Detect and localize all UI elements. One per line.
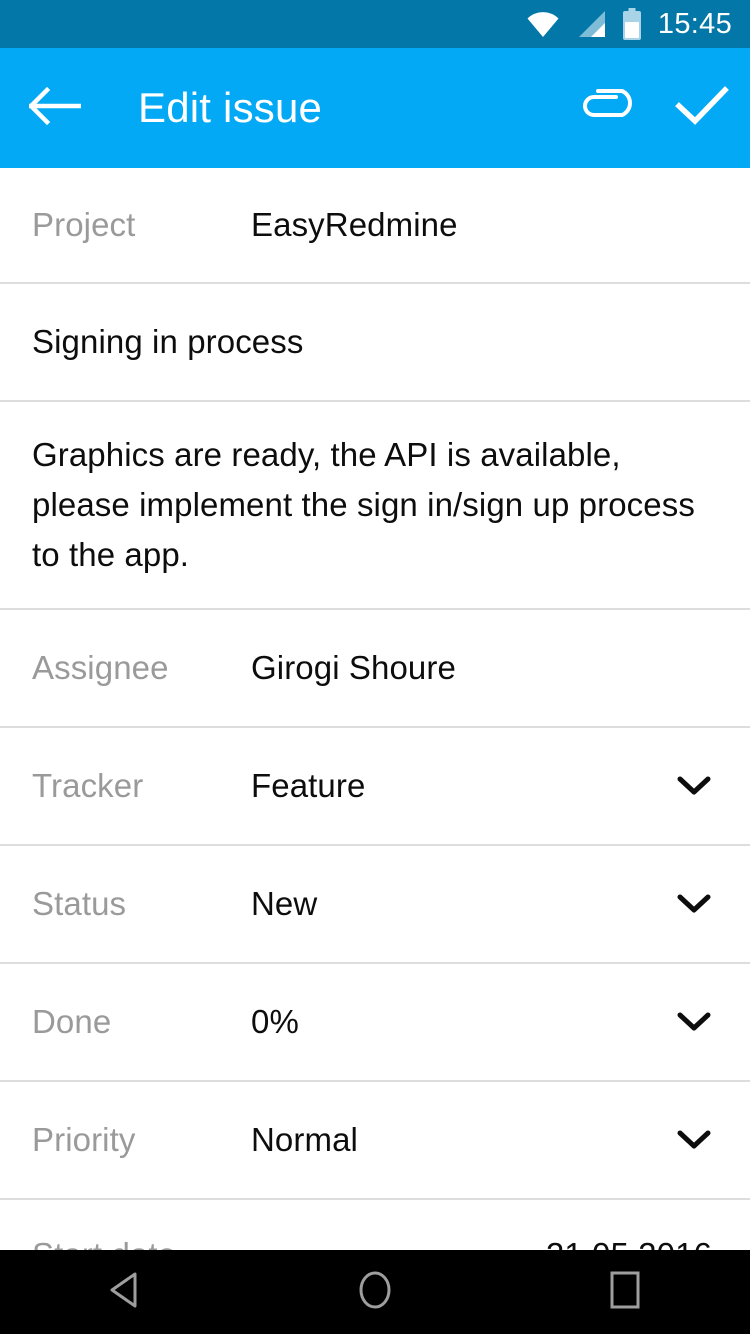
- back-button[interactable]: [10, 48, 100, 168]
- phone-screen: 15:45 Edit issue Project EasyRedmine Sig…: [0, 0, 750, 1334]
- paperclip-icon: [580, 85, 632, 132]
- chevron-down-icon[interactable]: [674, 893, 714, 915]
- project-value: EasyRedmine: [251, 206, 458, 243]
- description-input[interactable]: Graphics are ready, the API is available…: [32, 430, 718, 580]
- field-row-status[interactable]: Status New: [0, 846, 750, 964]
- field-row-priority[interactable]: Priority Normal: [0, 1082, 750, 1200]
- priority-label: Priority: [32, 1121, 136, 1158]
- edit-issue-form: Project EasyRedmine Signing in process G…: [0, 168, 750, 1273]
- status-bar-clock: 15:45: [657, 7, 732, 40]
- page-title: Edit issue: [138, 84, 323, 131]
- chevron-down-icon[interactable]: [674, 1129, 714, 1151]
- subject-input[interactable]: Signing in process: [32, 323, 303, 361]
- field-row-subject[interactable]: Signing in process: [0, 284, 750, 402]
- project-label: Project: [32, 206, 136, 243]
- checkmark-icon: [674, 84, 730, 133]
- done-label: Done: [32, 1003, 112, 1040]
- battery-icon: [622, 8, 642, 40]
- save-button[interactable]: [654, 48, 750, 168]
- field-row-description[interactable]: Graphics are ready, the API is available…: [0, 402, 750, 610]
- attach-button[interactable]: [558, 48, 654, 168]
- priority-value: Normal: [251, 1121, 358, 1158]
- status-value: New: [251, 885, 318, 922]
- field-row-project[interactable]: Project EasyRedmine: [0, 168, 750, 284]
- status-bar: 15:45: [0, 0, 750, 48]
- nav-home-icon: [355, 1268, 395, 1317]
- nav-back-icon: [106, 1270, 144, 1315]
- field-row-done[interactable]: Done 0%: [0, 964, 750, 1082]
- done-value: 0%: [251, 1003, 299, 1040]
- field-row-assignee[interactable]: Assignee Girogi Shoure: [0, 610, 750, 728]
- nav-home-button[interactable]: [315, 1250, 435, 1334]
- status-label: Status: [32, 885, 127, 922]
- field-row-tracker[interactable]: Tracker Feature: [0, 728, 750, 846]
- app-bar: Edit issue: [0, 48, 750, 168]
- assignee-label: Assignee: [32, 649, 169, 686]
- android-navigation-bar: [0, 1250, 750, 1334]
- chevron-down-icon[interactable]: [674, 775, 714, 797]
- nav-recents-button[interactable]: [565, 1250, 685, 1334]
- tracker-value: Feature: [251, 767, 366, 804]
- wifi-icon: [526, 10, 560, 38]
- nav-back-button[interactable]: [65, 1250, 185, 1334]
- chevron-down-icon[interactable]: [674, 1011, 714, 1033]
- signal-icon: [576, 10, 606, 38]
- assignee-value: Girogi Shoure: [251, 649, 456, 686]
- nav-recents-icon: [606, 1269, 644, 1316]
- tracker-label: Tracker: [32, 767, 144, 804]
- back-arrow-icon: [27, 86, 82, 131]
